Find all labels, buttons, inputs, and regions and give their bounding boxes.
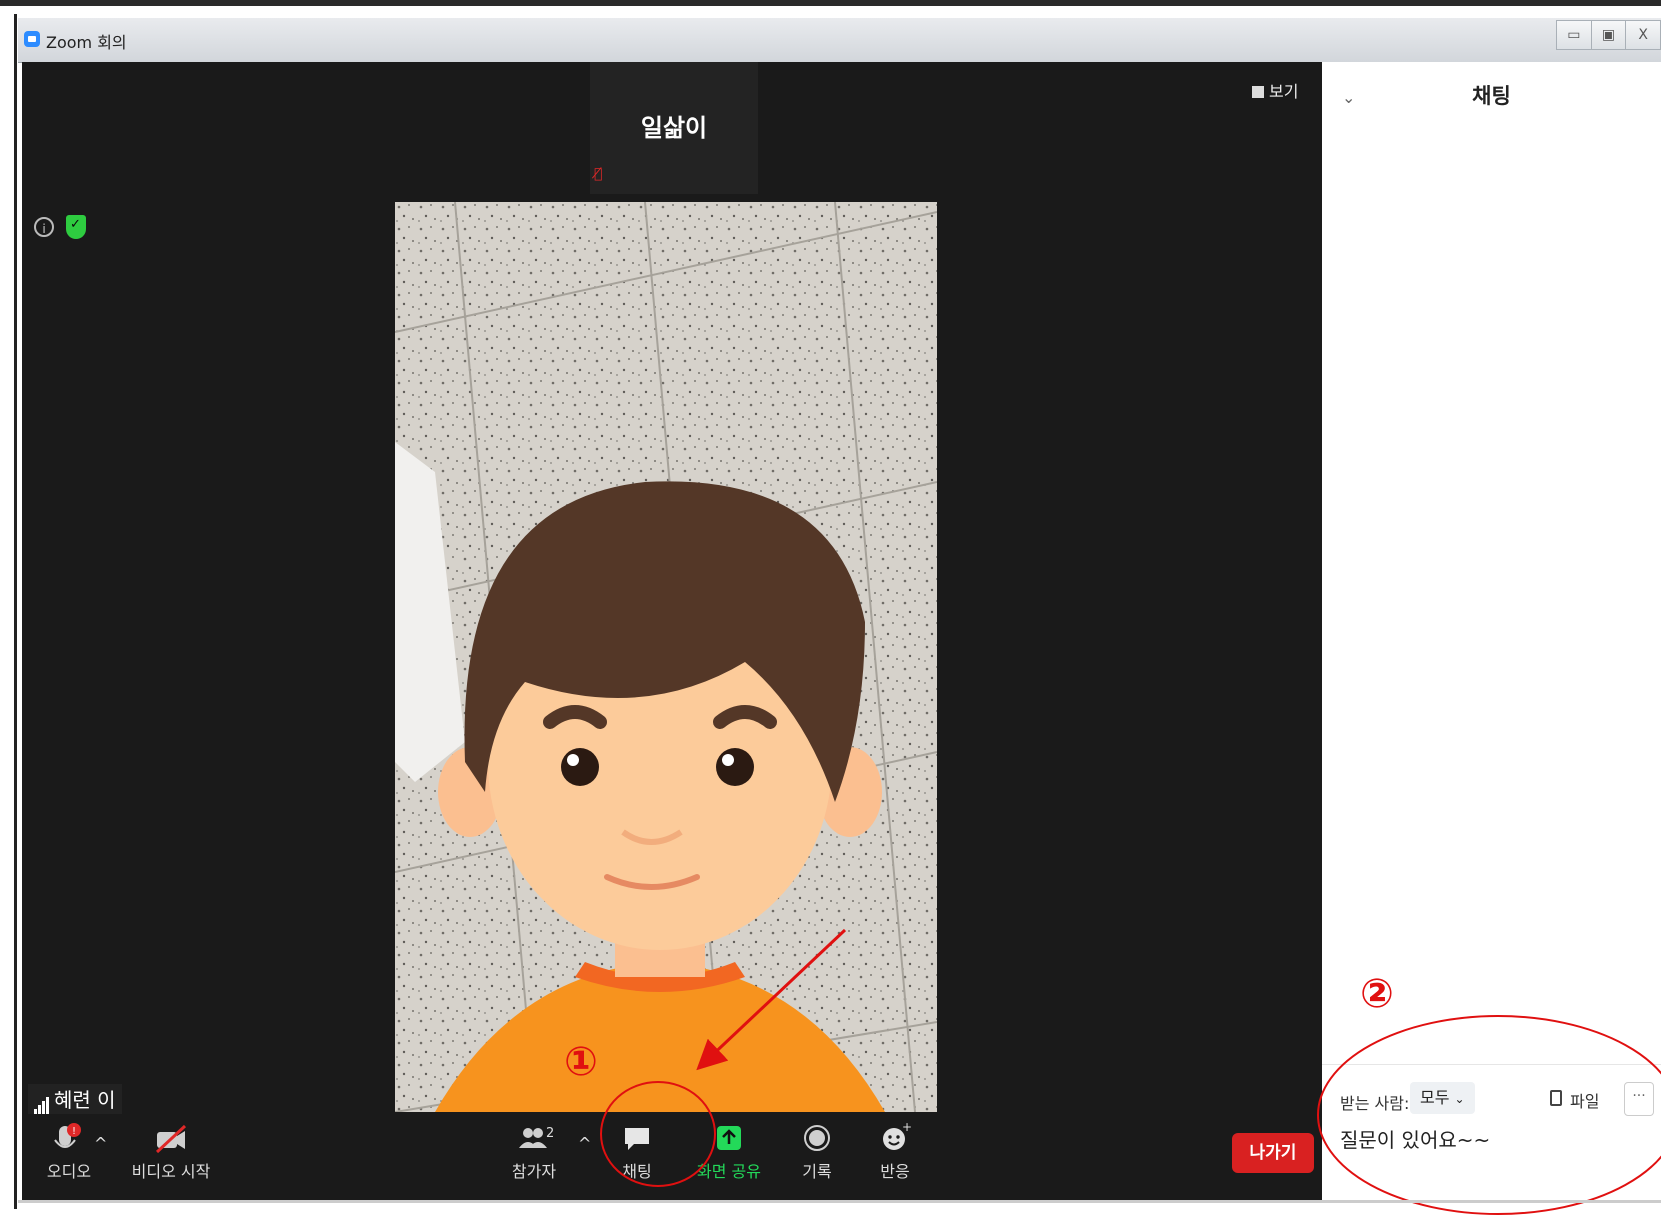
view-button[interactable]: 보기: [1252, 78, 1298, 102]
avatar-video-image: [395, 202, 937, 1112]
share-screen-label: 화면 공유: [697, 1162, 761, 1181]
reactions-label: 반응: [880, 1162, 910, 1181]
audio-button[interactable]: ! 오디오: [44, 1122, 94, 1182]
reaction-smiley-icon: +: [883, 1122, 912, 1150]
chat-label: 채팅: [622, 1162, 652, 1181]
chat-title: 채팅: [1472, 84, 1511, 108]
file-icon: [1550, 1090, 1562, 1106]
grid-view-icon: [1252, 86, 1264, 98]
title-bar: Zoom 회의 ▭ ▣ X: [18, 18, 1661, 63]
participant-count: 2: [546, 1126, 555, 1141]
maximize-button[interactable]: ▣: [1592, 21, 1627, 49]
video-label: 비디오 시작: [131, 1162, 211, 1181]
recipient-label: 받는 사람:: [1340, 1094, 1410, 1113]
minimize-button[interactable]: ▭: [1557, 21, 1592, 49]
chat-button[interactable]: 채팅: [607, 1122, 667, 1182]
record-label: 기록: [802, 1162, 832, 1181]
svg-text:+: +: [902, 1122, 912, 1134]
participants-label: 참가자: [511, 1162, 557, 1181]
view-button-label: 보기: [1269, 82, 1299, 101]
signal-strength-icon: [34, 1090, 50, 1114]
file-button[interactable]: 파일: [1570, 1088, 1599, 1112]
encryption-shield-icon[interactable]: [66, 215, 86, 239]
participants-icon-wrap: 2: [504, 1122, 564, 1154]
svg-text:!: !: [72, 1126, 76, 1137]
recipient-value: 모두: [1420, 1088, 1450, 1107]
participant-name: 일삶이: [640, 114, 708, 142]
more-options-button[interactable]: ···: [1624, 1082, 1654, 1116]
chat-bubble-icon: [625, 1128, 649, 1150]
self-video: [395, 202, 937, 1112]
record-icon: [804, 1125, 830, 1151]
audio-label: 오디오: [46, 1162, 92, 1181]
video-off-icon: [155, 1124, 187, 1154]
chat-panel: ⌄ 채팅 받는 사람: 모두 ⌄ 파일 ··· 질문이 있어요~~: [1322, 62, 1661, 1200]
chat-message-input[interactable]: 질문이 있어요~~: [1340, 1124, 1490, 1153]
zoom-logo-icon: [24, 31, 40, 47]
window-controls: ▭ ▣ X: [1556, 20, 1661, 50]
self-name-label: 혜련 이: [28, 1084, 122, 1114]
chevron-down-icon: ⌄: [1454, 1092, 1465, 1106]
window-title: Zoom 회의: [46, 33, 127, 52]
mic-muted-icon: !: [54, 1123, 81, 1148]
participant-tile[interactable]: 일삶이 🎙̸: [590, 62, 758, 194]
video-button[interactable]: 비디오 시작: [126, 1122, 216, 1182]
leave-button[interactable]: 나가기: [1232, 1133, 1314, 1173]
record-button[interactable]: 기록: [792, 1122, 842, 1182]
self-name: 혜련 이: [54, 1088, 116, 1112]
meeting-info-icon[interactable]: i: [34, 217, 54, 237]
participants-button[interactable]: 2 참가자: [504, 1122, 564, 1182]
window-edge: [14, 14, 17, 1209]
audio-options-caret[interactable]: ^: [94, 1134, 107, 1153]
share-screen-icon: [717, 1126, 741, 1150]
chat-divider: [1322, 1064, 1661, 1065]
share-screen-button[interactable]: 화면 공유: [694, 1122, 764, 1182]
meeting-view: 일삶이 🎙̸ 보기 i ✓ 혜련 이 ! 오디오 ^ 비디오 시작 2 참가자 …: [22, 62, 1322, 1200]
chat-options-caret[interactable]: ^: [578, 1134, 591, 1153]
recipient-select[interactable]: 모두 ⌄: [1410, 1082, 1475, 1114]
close-button[interactable]: X: [1626, 21, 1661, 49]
muted-mic-icon: 🎙̸: [594, 166, 603, 182]
reactions-button[interactable]: + 반응: [870, 1122, 920, 1182]
window-bottom-edge: [18, 1200, 1661, 1203]
